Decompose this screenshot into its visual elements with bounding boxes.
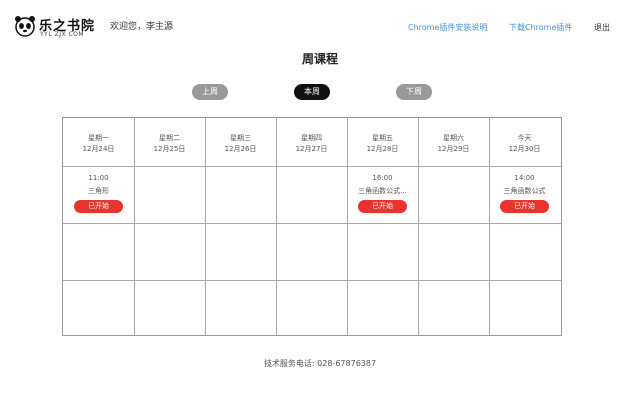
day-weekday: 星期三	[230, 134, 251, 142]
grid-divider	[63, 280, 561, 281]
panda-logo-icon	[15, 16, 35, 37]
day-date: 12月29日	[437, 145, 470, 153]
day-date: 12月26日	[224, 145, 257, 153]
brand-domain: YYL ZJX COM	[40, 31, 85, 38]
download-chrome-plugin-link[interactable]: 下载Chrome插件	[509, 22, 572, 33]
course-name: 三角形	[88, 187, 109, 195]
logo[interactable]: 乐之书院 YYL ZJX COM	[14, 14, 94, 42]
course-time: 14:00	[514, 174, 535, 182]
day-header-today: 今天 12月30日	[489, 118, 560, 166]
course-name: 三角函数公式	[503, 187, 546, 195]
welcome-text: 欢迎您，李主源	[110, 22, 174, 32]
day-weekday: 星期五	[372, 134, 393, 142]
course-time: 16:00	[372, 174, 393, 182]
logout-link[interactable]: 退出	[594, 22, 610, 33]
day-weekday: 星期二	[159, 134, 180, 142]
day-header-mon: 星期一 12月24日	[63, 118, 134, 166]
day-weekday: 今天	[517, 134, 532, 142]
day-header-thu: 星期四 12月27日	[276, 118, 347, 166]
page-title: 周课程	[301, 52, 338, 66]
day-header-fri: 星期五 12月28日	[347, 118, 418, 166]
day-date: 12月27日	[295, 145, 328, 153]
status-badge[interactable]: 已开始	[358, 200, 407, 213]
current-week-button[interactable]: 本周	[294, 84, 330, 100]
course-time: 11:00	[88, 174, 109, 182]
day-header-wed: 星期三 12月26日	[205, 118, 276, 166]
chrome-install-guide-link[interactable]: Chrome插件安装说明	[408, 22, 487, 33]
next-week-button[interactable]: 下周	[396, 84, 432, 100]
course-cell-mon[interactable]: 11:00 三角形 已开始	[63, 166, 134, 223]
day-weekday: 星期六	[443, 134, 464, 142]
course-name: 三角函数公式...	[358, 187, 407, 195]
day-weekday: 星期四	[301, 134, 322, 142]
footer-phone: 技术服务电话: 028-67876387	[263, 359, 377, 368]
day-header-tue: 星期二 12月25日	[134, 118, 205, 166]
day-date: 12月28日	[366, 145, 399, 153]
header: 乐之书院 YYL ZJX COM 欢迎您，李主源 Chrome插件安装说明 下载…	[0, 0, 640, 50]
grid-divider	[63, 166, 561, 167]
prev-week-button[interactable]: 上周	[192, 84, 228, 100]
course-cell-fri[interactable]: 16:00 三角函数公式... 已开始	[347, 166, 418, 223]
course-cell-today[interactable]: 14:00 三角函数公式 已开始	[489, 166, 560, 223]
grid-divider	[63, 223, 561, 224]
day-date: 12月24日	[82, 145, 115, 153]
day-weekday: 星期一	[88, 134, 109, 142]
status-badge[interactable]: 已开始	[74, 200, 123, 213]
day-date: 12月30日	[508, 145, 541, 153]
day-header-sat: 星期六 12月29日	[418, 118, 489, 166]
day-date: 12月25日	[153, 145, 186, 153]
schedule-grid: 星期一 12月24日 星期二 12月25日 星期三 12月26日 星期四 12月…	[62, 117, 562, 336]
status-badge[interactable]: 已开始	[500, 200, 549, 213]
